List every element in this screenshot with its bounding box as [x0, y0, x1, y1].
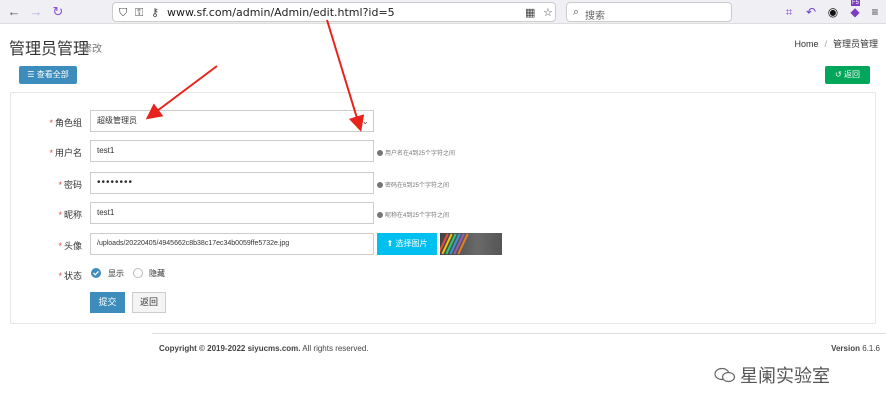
arrow-to-role-select: [145, 65, 218, 120]
annotation-arrows: [145, 19, 365, 132]
arrow-from-url-id: [326, 19, 365, 132]
